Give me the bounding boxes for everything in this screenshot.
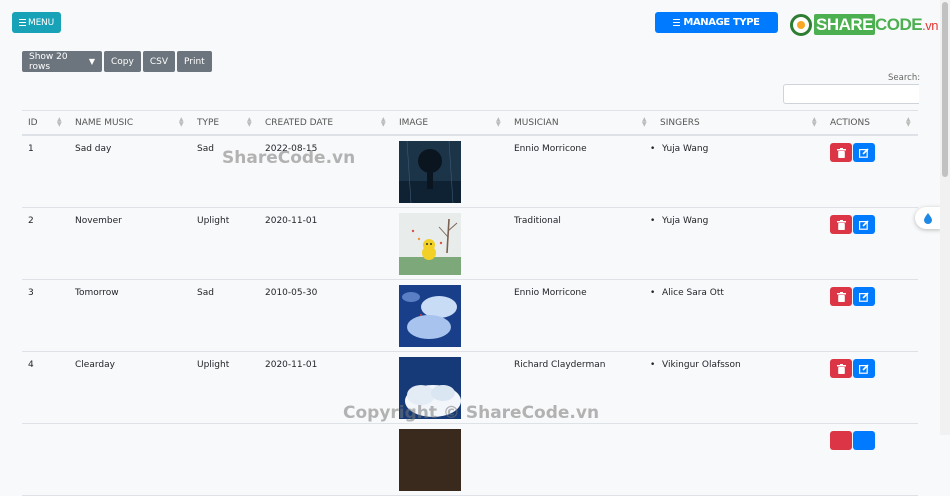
song-thumbnail (399, 213, 461, 275)
cell-created-date: 2020-11-01 (265, 360, 318, 370)
table-row: 3 Tomorrow Sad 2010-05-30 Ennio Morricon… (22, 280, 918, 352)
col-singers[interactable]: SINGERS (660, 118, 700, 128)
col-id[interactable]: ID (28, 118, 38, 128)
water-drop-icon (924, 213, 932, 224)
edit-button[interactable] (853, 215, 875, 234)
menu-button[interactable]: MENU (12, 12, 61, 33)
logo-mark-icon (790, 14, 812, 36)
sort-icon: ▲ ▼ (179, 116, 184, 128)
cell-id: 4 (28, 360, 34, 370)
csv-button[interactable]: CSV (142, 51, 175, 72)
cell-created-date: 2020-11-01 (265, 216, 318, 226)
edit-button[interactable] (853, 431, 875, 450)
song-thumbnail (399, 141, 461, 203)
sort-icon: ▲ ▼ (57, 116, 62, 128)
show-rows-button[interactable]: Show 20 rows ▼ (22, 51, 102, 72)
cell-singer: Vikingur Olafsson (650, 360, 741, 370)
floating-tool-button[interactable] (915, 207, 941, 229)
col-type[interactable]: TYPE (197, 118, 219, 128)
table-row: 2 November Uplight 2020-11-01 Traditiona… (22, 208, 918, 280)
song-thumbnail (399, 285, 461, 347)
cell-singer: Yuja Wang (650, 216, 708, 226)
delete-button[interactable] (830, 359, 852, 378)
cell-name-music: Tomorrow (75, 288, 119, 298)
trash-icon (836, 219, 846, 230)
list-icon (673, 18, 681, 27)
edit-button[interactable] (853, 359, 875, 378)
table-row: 1 Sad day Sad 2022-08-15 Ennio Morricone… (22, 136, 918, 208)
cell-type: Sad (197, 288, 214, 298)
print-button[interactable]: Print (177, 51, 212, 72)
cell-name-music: Clearday (75, 360, 115, 370)
cell-musician: Ennio Morricone (514, 144, 587, 154)
manage-type-label: MANAGE TYPE (683, 17, 760, 28)
col-created-date[interactable]: CREATED DATE (265, 118, 333, 128)
table-header: ID ▲ ▼ NAME MUSIC ▲ ▼ TYPE ▲ ▼ CREATED DATE… (22, 110, 918, 136)
cell-musician: Ennio Morricone (514, 288, 587, 298)
col-name-music[interactable]: NAME MUSIC (75, 118, 133, 128)
watermark-bottom: Copyright © ShareCode.vn (343, 403, 600, 423)
cell-name-music: November (75, 216, 122, 226)
trash-icon (836, 147, 846, 158)
edit-icon (859, 147, 869, 158)
cell-singer: Alice Sara Ott (650, 288, 724, 298)
hamburger-icon (19, 18, 26, 27)
trash-icon (836, 291, 846, 302)
sort-icon: ▲ ▼ (381, 116, 386, 128)
sort-icon: ▲ ▼ (642, 116, 647, 128)
search-label: Search: (888, 73, 921, 83)
cell-musician: Traditional (514, 216, 561, 226)
sort-icon: ▲ ▼ (812, 116, 817, 128)
page-scrollbar[interactable] (940, 0, 950, 435)
edit-icon (859, 219, 869, 230)
cell-type: Uplight (197, 216, 230, 226)
cell-musician: Richard Clayderman (514, 360, 606, 370)
watermark-top: ShareCode.vn (222, 148, 356, 168)
col-actions[interactable]: ACTIONS (830, 118, 870, 128)
col-image[interactable]: IMAGE (399, 118, 428, 128)
logo-vn-text: .vn (922, 18, 938, 33)
cell-singer: Yuja Wang (650, 144, 708, 154)
sort-icon: ▲ ▼ (496, 116, 501, 128)
scrollbar-thumb[interactable] (942, 2, 948, 177)
caret-down-icon: ▼ (88, 57, 95, 66)
cell-type: Sad (197, 144, 214, 154)
manage-type-button[interactable]: MANAGE TYPE (655, 12, 778, 33)
edit-button[interactable] (853, 143, 875, 162)
col-musician[interactable]: MUSICIAN (514, 118, 559, 128)
cell-id: 2 (28, 216, 34, 226)
sort-icon: ▲ ▼ (906, 116, 911, 128)
cell-type: Uplight (197, 360, 230, 370)
table-toolbar: Show 20 rows ▼ Copy CSV Print (22, 51, 212, 72)
edit-icon (859, 363, 869, 374)
delete-button[interactable] (830, 143, 852, 162)
edit-button[interactable] (853, 287, 875, 306)
menu-label: MENU (28, 17, 54, 28)
logo-code-text: CODE (875, 15, 923, 34)
delete-button[interactable] (830, 215, 852, 234)
logo-share-text: SHARE (814, 14, 876, 35)
cell-name-music: Sad day (75, 144, 112, 154)
cell-id: 3 (28, 288, 34, 298)
trash-icon (836, 363, 846, 374)
show-rows-label: Show 20 rows (29, 51, 68, 72)
cell-created-date: 2010-05-30 (265, 288, 318, 298)
sharecode-logo: SHARE CODE.vn (790, 11, 940, 39)
music-table: ID ▲ ▼ NAME MUSIC ▲ ▼ TYPE ▲ ▼ CREATED DATE… (22, 110, 918, 496)
cell-id: 1 (28, 144, 34, 154)
sort-icon: ▲ ▼ (247, 116, 252, 128)
edit-icon (859, 291, 869, 302)
delete-button[interactable] (830, 287, 852, 306)
delete-button[interactable] (830, 431, 852, 450)
search-input[interactable] (783, 84, 919, 104)
song-thumbnail (399, 429, 461, 491)
copy-button[interactable]: Copy (104, 51, 141, 72)
